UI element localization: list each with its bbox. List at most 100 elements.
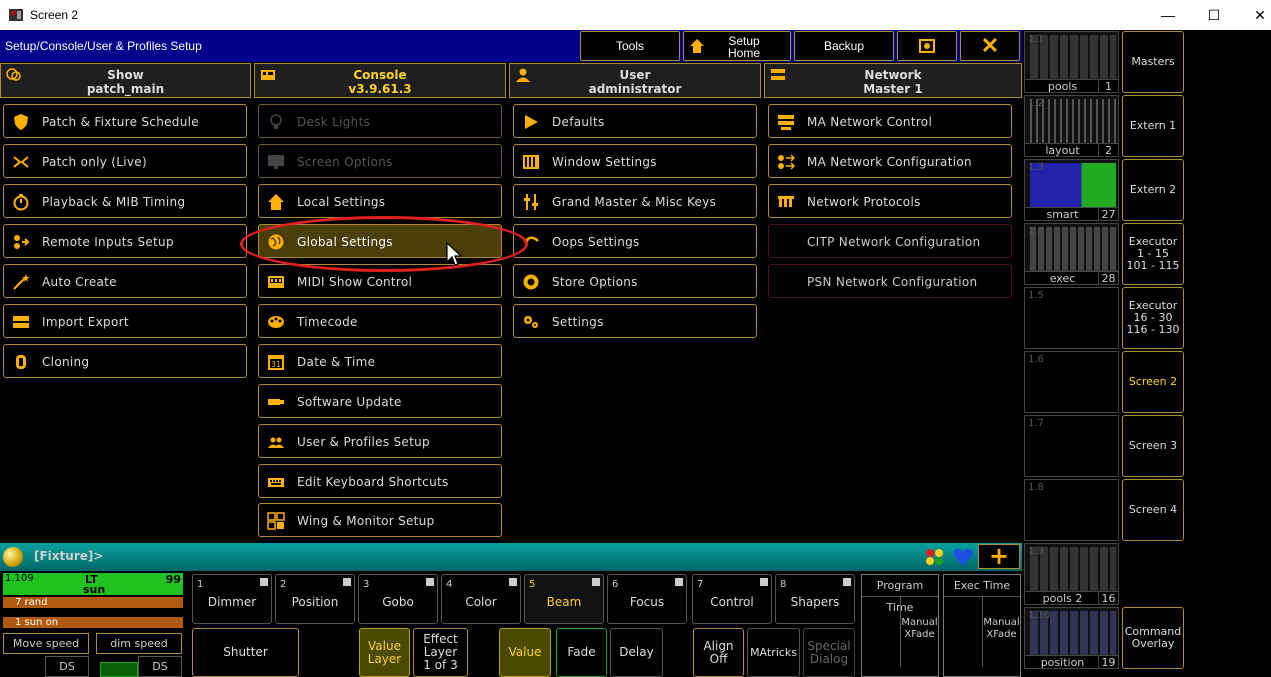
remote-inputs-setup-button[interactable]: Remote Inputs Setup <box>3 224 247 258</box>
ma-network-control-button[interactable]: MA Network Control <box>768 104 1012 138</box>
view-tile[interactable]: 1.1 pools 1 <box>1024 31 1119 93</box>
feature-gobo-button[interactable]: 3 Gobo <box>358 574 438 624</box>
close-setup-button[interactable]: ✕ <box>960 31 1020 61</box>
import-export-button[interactable]: Import Export <box>3 304 247 338</box>
console-icon <box>261 70 275 80</box>
feature-dimmer-button[interactable]: 1 Dimmer <box>192 574 272 624</box>
command-overlay-button[interactable]: Command Overlay <box>1122 607 1184 669</box>
store-options-button[interactable]: Store Options <box>513 264 757 298</box>
view-tile[interactable]: 1.10 position 19 <box>1024 607 1119 669</box>
view-tile-empty[interactable]: 1.5 <box>1024 287 1119 349</box>
oops-settings-button[interactable]: Oops Settings <box>513 224 757 258</box>
close-window-button[interactable]: ✕ <box>1237 0 1271 30</box>
wing-monitor-setup-button[interactable]: Wing & Monitor Setup <box>258 503 502 537</box>
executor-1-15-button[interactable]: Executor 1 - 15 101 - 115 <box>1122 223 1184 285</box>
screen-label: Extern 1 <box>1129 119 1177 132</box>
view-num: 1.4 <box>1028 226 1044 237</box>
playback-mib-timing-button[interactable]: Playback & MIB Timing <box>3 184 247 218</box>
executor-16-30-button[interactable]: Executor 16 - 30 116 - 130 <box>1122 287 1184 349</box>
psn-network-configuration-button[interactable]: PSN Network Configuration <box>768 264 1012 298</box>
patch-fixture-schedule-button[interactable]: Patch & Fixture Schedule <box>3 104 247 138</box>
feature-focus-button[interactable]: 6 Focus <box>607 574 687 624</box>
masters-button[interactable]: Masters <box>1122 31 1184 93</box>
plus-button[interactable]: + <box>978 544 1020 569</box>
auto-create-button[interactable]: Auto Create <box>3 264 247 298</box>
defaults-button[interactable]: Defaults <box>513 104 757 138</box>
color-picker-icon[interactable] <box>925 548 945 566</box>
feature-control-button[interactable]: 7 Control <box>692 574 772 624</box>
menu-label: MIDI Show Control <box>297 275 413 289</box>
screen-2-button[interactable]: Screen 2 <box>1122 351 1184 413</box>
fade-button[interactable]: Fade <box>556 628 607 677</box>
menu-label: Timecode <box>297 315 358 329</box>
ds-label[interactable]: DS <box>45 656 89 677</box>
remote-icon <box>14 235 30 249</box>
delay-button[interactable]: Delay <box>610 628 663 677</box>
extern-1-button[interactable]: Extern 1 <box>1122 95 1184 157</box>
feature-beam-button[interactable]: 5 Beam <box>524 574 604 624</box>
maximize-button[interactable]: ☐ <box>1191 0 1237 30</box>
align-off-button[interactable]: Align Off <box>693 628 744 677</box>
value-layer-button[interactable]: Value Layer <box>359 628 410 677</box>
play-icon <box>525 115 538 129</box>
tab-user-sub: administrator <box>588 82 682 96</box>
heart-icon[interactable] <box>952 547 974 567</box>
feature-shapers-button[interactable]: 8 Shapers <box>775 574 855 624</box>
exec-time-box[interactable]: Exec Time Manual XFade <box>943 574 1021 677</box>
program-manual-xfade: Manual XFade <box>900 597 938 667</box>
feature-position-button[interactable]: 2 Position <box>275 574 355 624</box>
setup-home-button[interactable]: Setup Home <box>683 31 791 61</box>
settings-button[interactable]: Settings <box>513 304 757 338</box>
tools-button[interactable]: Tools <box>580 31 680 61</box>
network-protocols-button[interactable]: Network Protocols <box>768 184 1012 218</box>
view-tile-empty[interactable]: 1.8 <box>1024 479 1119 541</box>
software-update-button[interactable]: Software Update <box>258 384 502 418</box>
timecode-button[interactable]: Timecode <box>258 304 502 338</box>
date-time-button[interactable]: 31 Date & Time <box>258 344 502 378</box>
feature-color-button[interactable]: 4 Color <box>441 574 521 624</box>
view-tile[interactable]: 1.9 pools 2 16 <box>1024 543 1119 605</box>
view-tile[interactable]: 1.3 smart 27 <box>1024 159 1119 221</box>
tab-console[interactable]: Console v3.9.61.3 <box>254 63 506 98</box>
screen-4-button[interactable]: Screen 4 <box>1122 479 1184 541</box>
citp-network-configuration-button[interactable]: CITP Network Configuration <box>768 224 1012 258</box>
view-tile-empty[interactable]: 1.7 <box>1024 415 1119 477</box>
patch-only-live-button[interactable]: Patch only (Live) <box>3 144 247 178</box>
special-dialog-button[interactable]: Special Dialog <box>803 628 855 677</box>
shutter-button[interactable]: Shutter <box>192 628 299 677</box>
grand-master-misc-keys-button[interactable]: Grand Master & Misc Keys <box>513 184 757 218</box>
screen-3-button[interactable]: Screen 3 <box>1122 415 1184 477</box>
extern-2-button[interactable]: Extern 2 <box>1122 159 1184 221</box>
view-num: 1.7 <box>1028 418 1044 429</box>
view-number: 1 <box>1098 79 1118 93</box>
window-settings-button[interactable]: Window Settings <box>513 144 757 178</box>
matricks-button[interactable]: MAtricks <box>747 628 800 677</box>
view-tile-empty[interactable]: 1.6 <box>1024 351 1119 413</box>
view-tile[interactable]: 1.4 exec 28 <box>1024 223 1119 285</box>
effect-layer-button[interactable]: Effect Layer 1 of 3 <box>413 628 468 677</box>
tab-network[interactable]: Network Master 1 <box>764 63 1022 98</box>
program-time-box[interactable]: Program Time Manual XFade <box>861 574 939 677</box>
minimize-button[interactable]: — <box>1145 0 1191 30</box>
screen-options-button[interactable]: Screen Options <box>258 144 502 178</box>
desk-lights-button[interactable]: Desk Lights <box>258 104 502 138</box>
screenshot-button[interactable] <box>897 31 957 61</box>
edit-keyboard-shortcuts-button[interactable]: Edit Keyboard Shortcuts <box>258 464 502 498</box>
move-speed-label[interactable]: Move speed <box>3 633 89 654</box>
backup-button[interactable]: Backup <box>794 31 894 61</box>
ds-label[interactable]: DS <box>138 656 182 677</box>
wand-icon <box>13 274 30 290</box>
command-line[interactable]: [Fixture]> + <box>0 543 1022 571</box>
command-ball-icon[interactable] <box>3 547 23 567</box>
tab-user[interactable]: User administrator <box>509 63 761 98</box>
cloning-button[interactable]: Cloning <box>3 344 247 378</box>
tab-show[interactable]: Show patch_main <box>0 63 251 98</box>
local-settings-button[interactable]: Local Settings <box>258 184 502 218</box>
view-tile[interactable]: 1.2 layout 2 <box>1024 95 1119 157</box>
ma-network-configuration-button[interactable]: MA Network Configuration <box>768 144 1012 178</box>
dim-speed-label[interactable]: dim speed <box>96 633 182 654</box>
view-num: 1.6 <box>1028 354 1044 365</box>
fixture-info[interactable]: 1.109 LT sun 99 7 rand 1 sun on <box>3 573 183 631</box>
value-button[interactable]: Value <box>499 628 551 677</box>
user-profiles-setup-button[interactable]: User & Profiles Setup <box>258 424 502 458</box>
